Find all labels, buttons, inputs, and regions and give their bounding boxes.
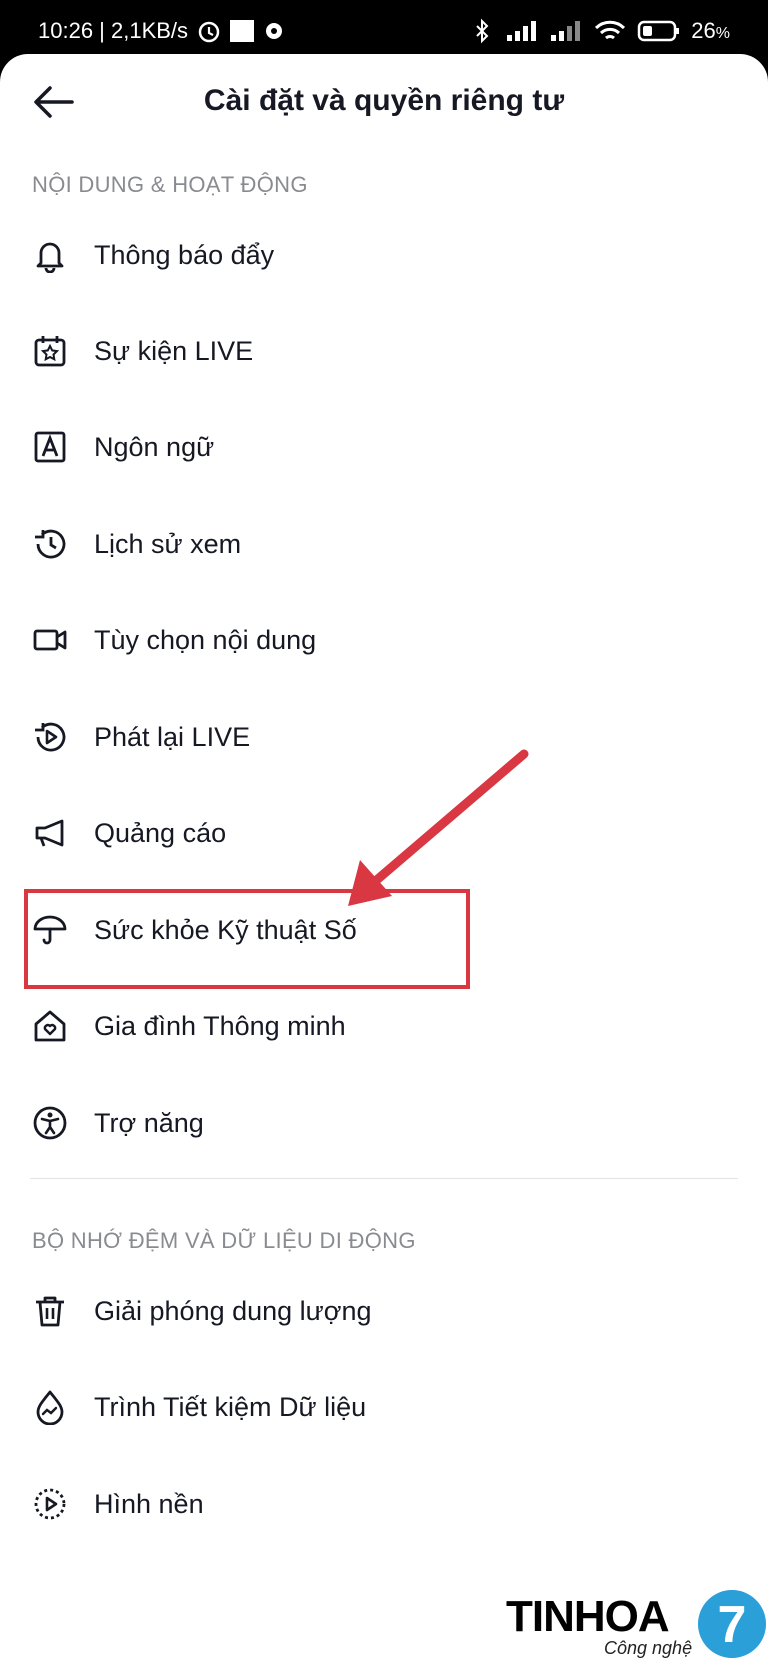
alarm-icon: [198, 21, 220, 43]
settings-item-free-up-space[interactable]: Giải phóng dung lượng: [0, 1260, 768, 1362]
trash-icon: [30, 1291, 70, 1331]
highlight-box: [24, 889, 470, 989]
notification-square-icon: [230, 20, 255, 42]
video-camera-icon: [30, 620, 70, 660]
watermark-logo-icon: 7: [698, 1590, 766, 1658]
section-divider: [30, 1178, 738, 1179]
signal-icon-1: [507, 21, 537, 41]
sync-icon: [266, 23, 283, 39]
settings-item-label: Giải phóng dung lượng: [94, 1295, 372, 1326]
settings-item-label: Phát lại LIVE: [94, 721, 251, 752]
settings-item-content-preferences[interactable]: Tùy chọn nội dung: [0, 589, 768, 691]
wifi-icon: [595, 20, 626, 40]
settings-item-label: Hình nền: [94, 1488, 204, 1519]
settings-item-label: Thông báo đẩy: [94, 239, 275, 270]
battery-icon: [638, 20, 680, 42]
settings-item-label: Trình Tiết kiệm Dữ liệu: [94, 1391, 367, 1422]
data-saver-icon: [30, 1387, 70, 1427]
settings-item-label: Trợ năng: [94, 1107, 204, 1138]
settings-item-label: Lịch sử xem: [94, 528, 242, 559]
status-bar: 10:26 | 2,1KB/s 26%: [0, 0, 768, 60]
settings-item-data-saver[interactable]: Trình Tiết kiệm Dữ liệu: [0, 1356, 768, 1458]
section-title-cache-data: BỘ NHỚ ĐỆM VÀ DỮ LIỆU DI ĐỘNG: [32, 1228, 416, 1253]
battery-unit: %: [715, 25, 730, 42]
wallpaper-icon: [30, 1484, 70, 1524]
settings-item-label: Sự kiện LIVE: [94, 335, 254, 366]
section-title-content-activity: NỘI DUNG & HOẠT ĐỘNG: [32, 172, 308, 197]
calendar-star-icon: [30, 331, 70, 371]
bluetooth-icon: [476, 18, 489, 44]
home-heart-icon: [30, 1006, 70, 1046]
settings-item-push-notifications[interactable]: Thông báo đẩy: [0, 204, 768, 306]
language-icon: [30, 427, 70, 467]
header: Cài đặt và quyền riêng tư: [0, 54, 768, 150]
settings-item-wallpaper[interactable]: Hình nền: [0, 1453, 768, 1555]
settings-item-label: Ngôn ngữ: [94, 431, 215, 462]
status-time-speed: 10:26 | 2,1KB/s: [38, 18, 189, 43]
history-icon: [30, 524, 70, 564]
settings-item-live-events[interactable]: Sự kiện LIVE: [0, 300, 768, 402]
settings-item-label: Gia đình Thông minh: [94, 1010, 346, 1041]
settings-item-accessibility[interactable]: Trợ năng: [0, 1072, 768, 1174]
settings-item-live-replay[interactable]: Phát lại LIVE: [0, 686, 768, 788]
accessibility-icon: [30, 1103, 70, 1143]
battery-level: 26: [691, 18, 716, 43]
settings-sheet: Cài đặt và quyền riêng tư NỘI DUNG & HOẠ…: [0, 54, 768, 1674]
settings-item-language[interactable]: Ngôn ngữ: [0, 396, 768, 498]
settings-item-label: Tùy chọn nội dung: [94, 624, 317, 655]
megaphone-icon: [30, 813, 70, 853]
signal-icon-2: [551, 21, 581, 41]
settings-item-family-pairing[interactable]: Gia đình Thông minh: [0, 975, 768, 1077]
settings-item-label: Quảng cáo: [94, 817, 227, 848]
replay-icon: [30, 717, 70, 757]
settings-item-watch-history[interactable]: Lịch sử xem: [0, 493, 768, 595]
watermark-brand: TINHOA: [506, 1592, 670, 1641]
bell-icon: [30, 235, 70, 275]
settings-item-ads[interactable]: Quảng cáo: [0, 782, 768, 884]
page-title: Cài đặt và quyền riêng tư: [203, 84, 565, 117]
watermark-mark: 7: [718, 1596, 747, 1654]
watermark-subtitle: Công nghệ: [604, 1638, 693, 1658]
